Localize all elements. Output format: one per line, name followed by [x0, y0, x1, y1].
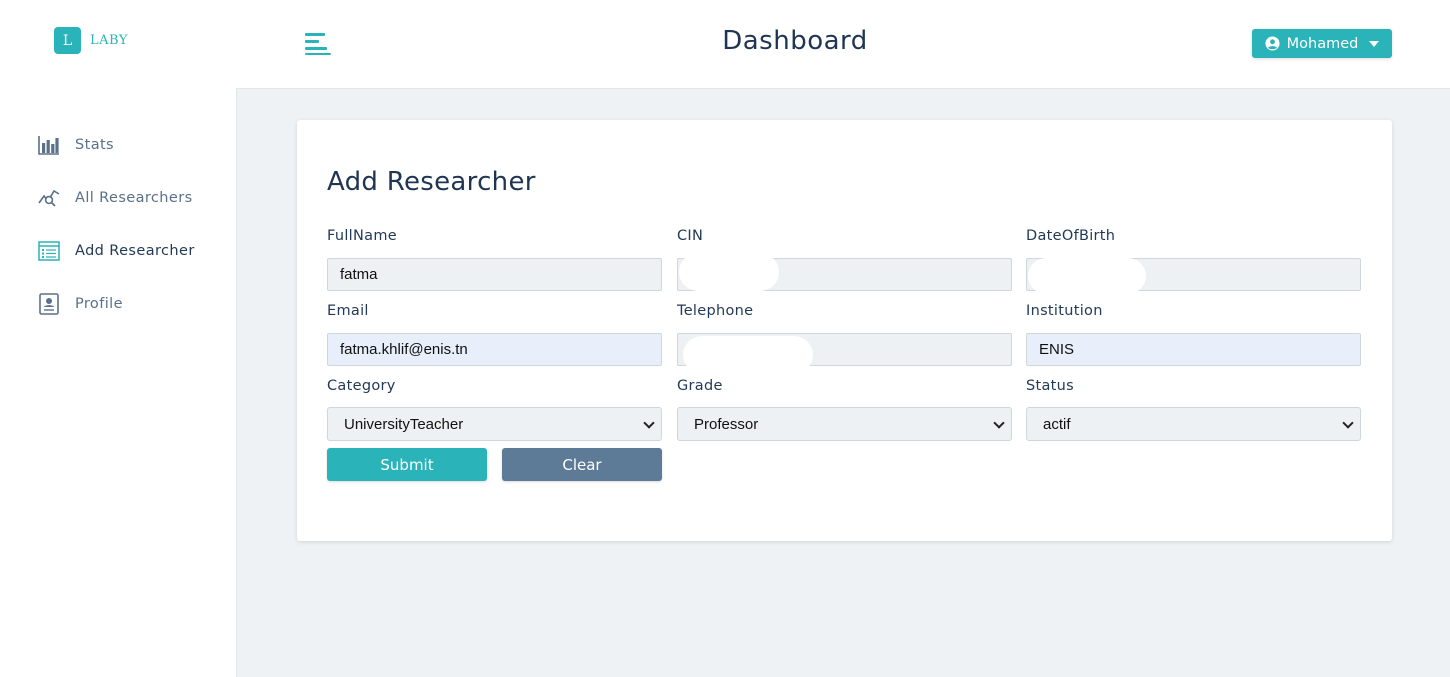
- chevron-down-icon: [1342, 417, 1354, 429]
- category-selected-value: UniversityTeacher: [344, 415, 464, 433]
- grade-select[interactable]: Professor: [677, 407, 1012, 441]
- email-label: Email: [327, 303, 369, 319]
- status-select[interactable]: actif: [1026, 407, 1361, 441]
- institution-label: Institution: [1026, 303, 1103, 319]
- status-selected-value: actif: [1043, 415, 1071, 433]
- sidebar-item-stats[interactable]: Stats: [38, 134, 114, 156]
- grade-label: Grade: [677, 378, 723, 394]
- redaction-mask: [1028, 258, 1146, 294]
- user-circle-icon: [1265, 36, 1280, 51]
- user-name: Mohamed: [1286, 35, 1359, 52]
- line-chart-search-icon: [38, 187, 60, 209]
- cin-label: CIN: [677, 228, 704, 244]
- submit-button[interactable]: Submit: [327, 448, 487, 481]
- sidebar-item-all-researchers[interactable]: All Researchers: [38, 187, 193, 209]
- sidebar: Stats All Researchers Add Researcher Pro…: [0, 88, 237, 677]
- bar-chart-icon: [38, 134, 60, 156]
- sidebar-item-label: Stats: [75, 137, 115, 153]
- sidebar-item-add-researcher[interactable]: Add Researcher: [38, 240, 195, 262]
- main-content: Add Researcher FullName fatma CIN DateOf…: [237, 88, 1450, 677]
- category-label: Category: [327, 378, 396, 394]
- chevron-down-icon: [643, 417, 655, 429]
- fullname-input[interactable]: fatma: [327, 258, 662, 291]
- category-select[interactable]: UniversityTeacher: [327, 407, 662, 441]
- sidebar-item-label: All Researchers: [75, 190, 193, 206]
- chevron-down-icon: [993, 417, 1005, 429]
- id-card-icon: [38, 293, 60, 315]
- redaction-mask: [683, 336, 813, 374]
- redaction-mask: [679, 253, 779, 291]
- top-header: L LABY Dashboard Mohamed: [0, 0, 1450, 88]
- user-menu-button[interactable]: Mohamed: [1252, 29, 1392, 58]
- sidebar-item-label: Add Researcher: [75, 243, 195, 259]
- add-researcher-card: Add Researcher FullName fatma CIN DateOf…: [297, 120, 1392, 541]
- form-list-icon: [38, 240, 60, 262]
- grade-selected-value: Professor: [694, 415, 759, 433]
- dob-label: DateOfBirth: [1026, 228, 1116, 244]
- sidebar-item-profile[interactable]: Profile: [38, 293, 123, 315]
- sidebar-item-label: Profile: [75, 296, 123, 312]
- email-input[interactable]: fatma.khlif@enis.tn: [327, 333, 662, 366]
- form-title: Add Researcher: [327, 167, 536, 197]
- fullname-label: FullName: [327, 228, 397, 244]
- institution-input[interactable]: ENIS: [1026, 333, 1361, 366]
- caret-down-icon: [1369, 40, 1380, 47]
- clear-button[interactable]: Clear: [502, 448, 662, 481]
- status-label: Status: [1026, 378, 1075, 394]
- telephone-label: Telephone: [677, 303, 754, 319]
- page-title: Dashboard: [722, 26, 868, 56]
